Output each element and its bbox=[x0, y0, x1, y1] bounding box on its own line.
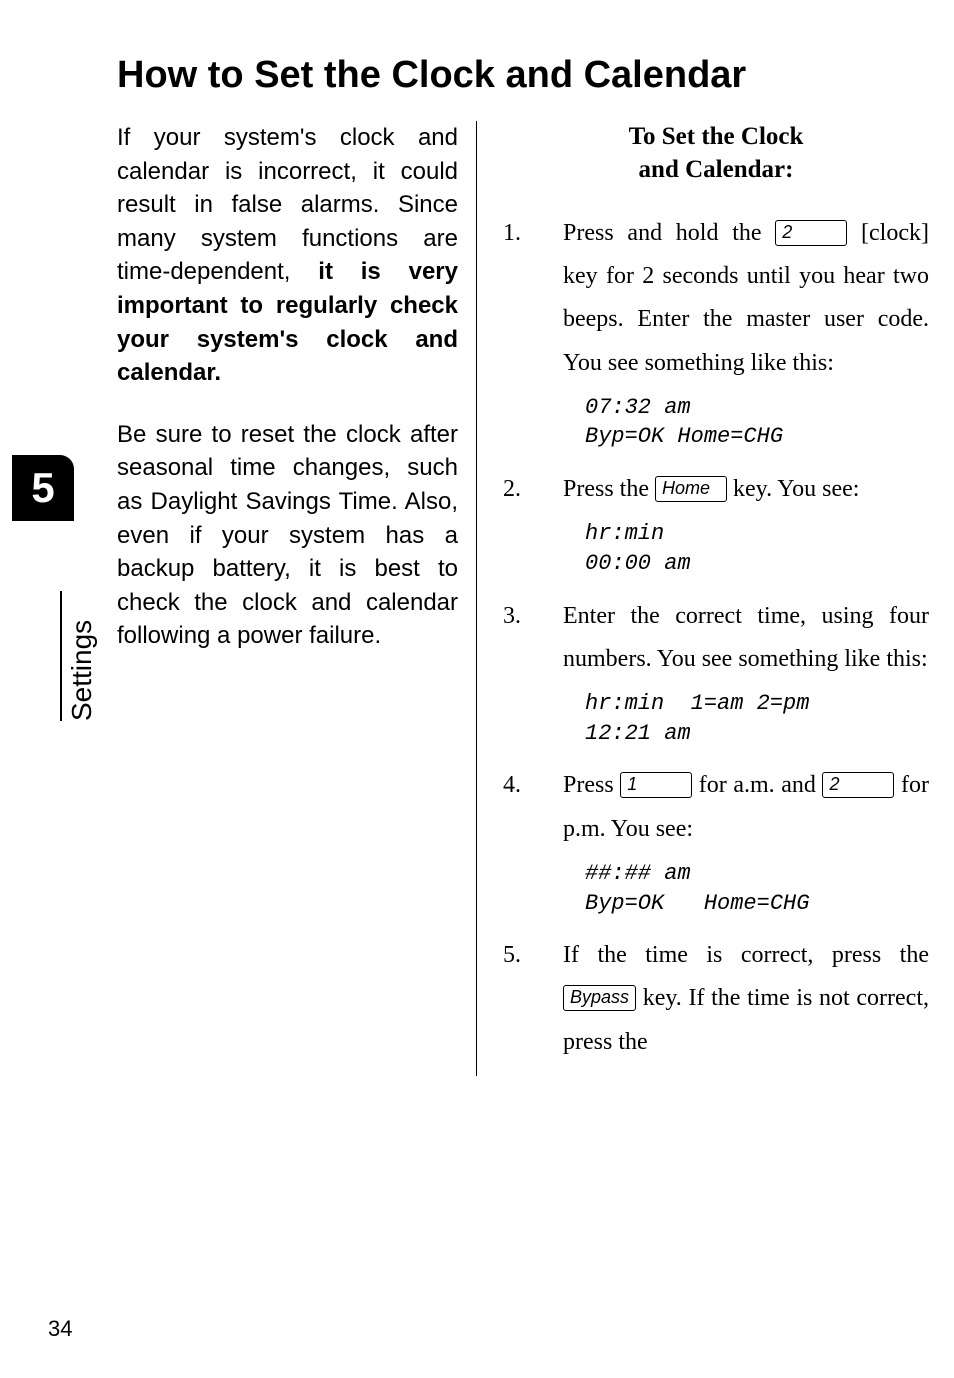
step-5: If the time is correct, press the Bypass… bbox=[503, 934, 929, 1064]
step-1: Press and hold the 2 [clock] key for 2 s… bbox=[503, 212, 929, 452]
side-label: 5 Settings bbox=[12, 455, 74, 721]
chapter-number: 5 bbox=[31, 464, 54, 512]
page-title: How to Set the Clock and Calendar bbox=[117, 54, 929, 97]
step-3: Enter the correct time, using four numbe… bbox=[503, 595, 929, 749]
section-label-wrap: Settings bbox=[12, 591, 74, 721]
page: 5 Settings How to Set the Clock and Cale… bbox=[0, 0, 954, 1378]
step-2-pre: Press the bbox=[563, 476, 655, 502]
section-label: Settings bbox=[60, 591, 98, 721]
left-column: If your system's clock and calendar is i… bbox=[117, 121, 477, 1076]
step-4: Press 1 for a.m. and 2 for p.m. You see:… bbox=[503, 764, 929, 918]
step-2: Press the Home key. You see: hr:min 00:0… bbox=[503, 468, 929, 579]
display-1: 07:32 am Byp=OK Home=CHG bbox=[585, 393, 929, 452]
step-3-text: Enter the correct time, using four numbe… bbox=[563, 603, 929, 672]
subhead-line-1: To Set the Clock bbox=[629, 123, 804, 150]
chapter-badge: 5 bbox=[12, 455, 74, 521]
content: How to Set the Clock and Calendar If you… bbox=[117, 54, 929, 1076]
step-5-pre: If the time is correct, press the bbox=[563, 942, 929, 968]
keycap-2b: 2 bbox=[822, 772, 894, 798]
intro-paragraph-1: If your system's clock and calendar is i… bbox=[117, 121, 458, 390]
intro-paragraph-2: Be sure to reset the clock after seasona… bbox=[117, 418, 458, 653]
keycap-home: Home bbox=[655, 476, 727, 502]
right-column: To Set the Clock and Calendar: Press and… bbox=[477, 121, 929, 1076]
step-2-mid: key. You see: bbox=[727, 476, 859, 502]
page-number: 34 bbox=[48, 1316, 72, 1342]
step-1-pre: Press and hold the bbox=[563, 220, 775, 246]
step-4-pre: Press bbox=[563, 772, 620, 798]
display-4: ##:## am Byp=OK Home=CHG bbox=[585, 859, 929, 918]
steps-list: Press and hold the 2 [clock] key for 2 s… bbox=[503, 212, 929, 1064]
display-3: hr:min 1=am 2=pm 12:21 am bbox=[585, 689, 929, 748]
subhead-line-2: and Calendar: bbox=[639, 156, 794, 183]
step-4-mid: for a.m. and bbox=[692, 772, 822, 798]
keycap-1: 1 bbox=[620, 772, 692, 798]
display-2: hr:min 00:00 am bbox=[585, 519, 929, 578]
subheading: To Set the Clock and Calendar: bbox=[503, 121, 929, 186]
columns: If your system's clock and calendar is i… bbox=[117, 121, 929, 1076]
keycap-2: 2 bbox=[775, 220, 847, 246]
keycap-bypass: Bypass bbox=[563, 985, 636, 1011]
